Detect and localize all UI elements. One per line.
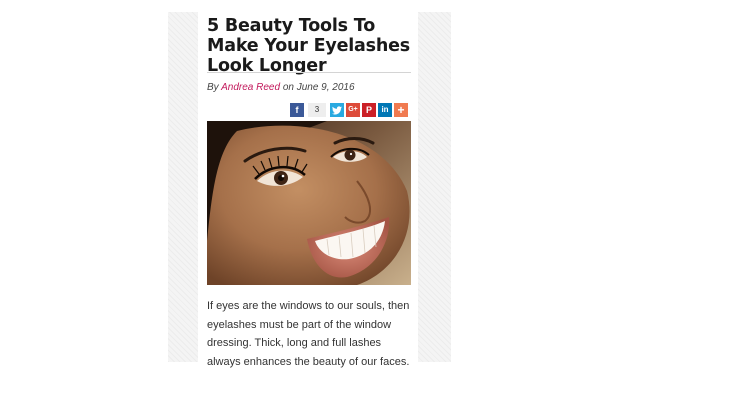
twitter-icon bbox=[332, 105, 342, 114]
smiling-woman-photo bbox=[207, 121, 411, 285]
more-share-button[interactable]: + bbox=[394, 103, 408, 117]
plus-icon: + bbox=[397, 103, 405, 117]
facebook-share-count: 3 bbox=[308, 103, 326, 117]
pinterest-icon: P bbox=[365, 105, 372, 115]
title-divider bbox=[207, 72, 411, 73]
google-plus-share-button[interactable]: G+ bbox=[346, 103, 360, 117]
article-intro-paragraph: If eyes are the windows to our souls, th… bbox=[207, 300, 410, 368]
article-title[interactable]: 5 Beauty Tools To Make Your Eyelashes Lo… bbox=[207, 16, 412, 76]
author-link[interactable]: Andrea Reed bbox=[221, 82, 280, 93]
google-plus-icon: G+ bbox=[348, 106, 358, 113]
byline-prefix: By bbox=[207, 82, 219, 93]
article-card: 5 Beauty Tools To Make Your Eyelashes Lo… bbox=[198, 12, 418, 368]
publish-date: June 9, 2016 bbox=[296, 82, 355, 93]
date-prefix: on bbox=[282, 82, 294, 93]
article-hero-image bbox=[207, 121, 411, 285]
linkedin-share-button[interactable]: in bbox=[378, 103, 392, 117]
twitter-share-button[interactable] bbox=[330, 103, 344, 117]
facebook-share-button[interactable]: f bbox=[290, 103, 304, 117]
pinterest-share-button[interactable]: P bbox=[362, 103, 376, 117]
share-bar: f 3 G+ P in + bbox=[290, 103, 408, 117]
article-byline: By Andrea Reed on June 9, 2016 bbox=[207, 82, 355, 93]
linkedin-icon: in bbox=[381, 105, 389, 114]
facebook-icon: f bbox=[295, 105, 299, 115]
